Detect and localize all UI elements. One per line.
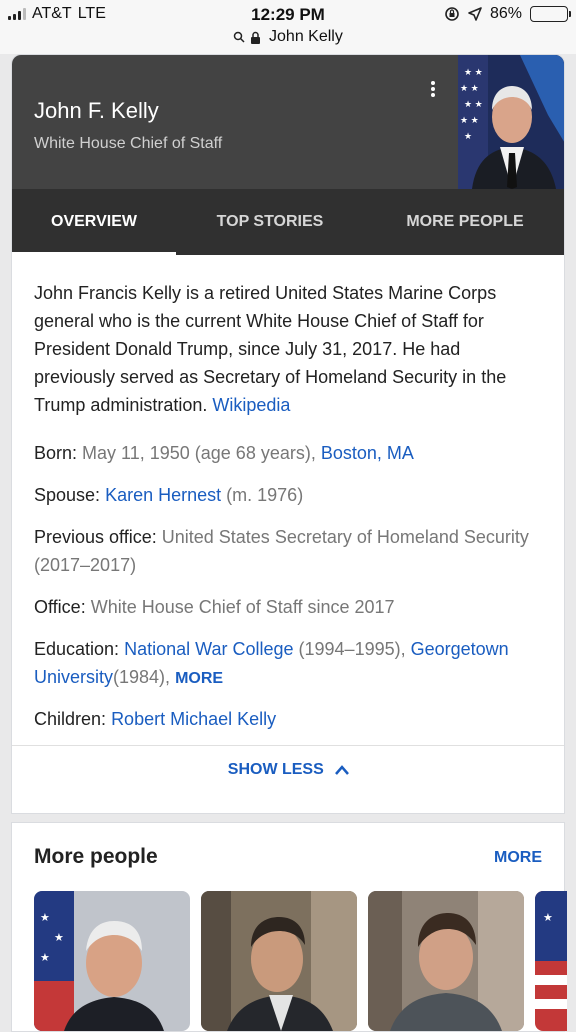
divider (12, 813, 565, 814)
more-options-icon[interactable] (426, 79, 440, 101)
svg-text:★ ★: ★ ★ (464, 67, 483, 77)
search-icon (233, 31, 245, 43)
person-thumbnail[interactable]: ★ ★ ★ (34, 891, 190, 1031)
fact-label: Spouse: (34, 485, 101, 505)
fact-value: (1984), (113, 667, 171, 687)
show-less-button[interactable]: SHOW LESS (12, 761, 564, 779)
education-link-1[interactable]: National War College (124, 639, 293, 659)
fact-value: (1994–1995), (298, 639, 406, 659)
fact-label: Born: (34, 443, 78, 463)
fact-spouse: Spouse: Karen Hernest (m. 1976) (34, 481, 544, 509)
chevron-up-icon (335, 764, 350, 775)
knowledge-panel: John F. Kelly White House Chief of Staff… (11, 54, 565, 814)
divider (12, 745, 564, 746)
tab-overview[interactable]: OVERVIEW (12, 189, 176, 255)
location-arrow-icon (468, 7, 482, 21)
lock-icon (250, 31, 260, 44)
person-thumbnail[interactable]: ★ (535, 891, 567, 1031)
battery-icon (530, 6, 571, 22)
fact-value: (m. 1976) (226, 485, 304, 505)
fact-value: White House Chief of Staff since 2017 (90, 597, 395, 617)
url-bar[interactable]: John Kelly (0, 28, 576, 54)
panel-header: John F. Kelly White House Chief of Staff… (12, 55, 565, 189)
svg-text:★ ★: ★ ★ (460, 83, 479, 93)
svg-text:★: ★ (543, 912, 553, 924)
fact-label: Office: (34, 597, 86, 617)
fact-label: Education: (34, 639, 120, 659)
tab-more-people[interactable]: MORE PEOPLE (364, 189, 564, 255)
fact-born: Born: May 11, 1950 (age 68 years), Bosto… (34, 439, 544, 467)
fact-label: Children: (34, 709, 107, 729)
more-people-title: More people (34, 845, 158, 868)
person-thumbnail[interactable] (201, 891, 357, 1031)
tab-top-stories[interactable]: TOP STORIES (176, 189, 364, 255)
fact-label: Previous office: (34, 527, 157, 547)
description: John Francis Kelly is a retired United S… (34, 279, 546, 419)
fact-education: Education: National War College (1994–19… (34, 635, 544, 693)
person-thumbnail[interactable] (368, 891, 524, 1031)
children-link[interactable]: Robert Michael Kelly (111, 709, 276, 729)
status-bar: AT&T LTE 12:29 PM 86% (0, 0, 576, 28)
portrait-image[interactable]: ★ ★ ★ ★ ★ ★ ★ ★ ★ (458, 55, 565, 189)
birthplace-link[interactable]: Boston, MA (321, 443, 414, 463)
svg-text:★ ★: ★ ★ (460, 115, 479, 125)
show-less-label: SHOW LESS (227, 761, 324, 778)
more-people-card: More people MORE ★ ★ ★ ★ (11, 822, 567, 1032)
svg-text:★ ★: ★ ★ (464, 99, 483, 109)
orientation-lock-icon (445, 7, 459, 21)
battery-percent: 86% (489, 5, 522, 22)
panel-subtitle: White House Chief of Staff (34, 135, 223, 152)
fact-value: May 11, 1950 (age 68 years), (82, 443, 316, 463)
url-query: John Kelly (269, 28, 343, 45)
fact-office: Office: White House Chief of Staff since… (34, 593, 544, 621)
fact-previous-office: Previous office: United States Secretary… (34, 523, 544, 579)
svg-text:★: ★ (54, 932, 64, 944)
more-people-more-link[interactable]: MORE (494, 849, 542, 867)
svg-text:★: ★ (464, 131, 472, 141)
active-tab-indicator (12, 252, 176, 255)
education-more-link[interactable]: MORE (175, 670, 223, 687)
panel-title: John F. Kelly (34, 98, 159, 123)
panel-tabs: OVERVIEW TOP STORIES MORE PEOPLE (12, 189, 564, 255)
spouse-link[interactable]: Karen Hernest (105, 485, 221, 505)
svg-text:★: ★ (40, 912, 50, 924)
wikipedia-link[interactable]: Wikipedia (212, 395, 290, 415)
svg-text:★: ★ (40, 952, 50, 964)
status-right: 86% (444, 5, 571, 23)
fact-children: Children: Robert Michael Kelly (34, 705, 544, 733)
